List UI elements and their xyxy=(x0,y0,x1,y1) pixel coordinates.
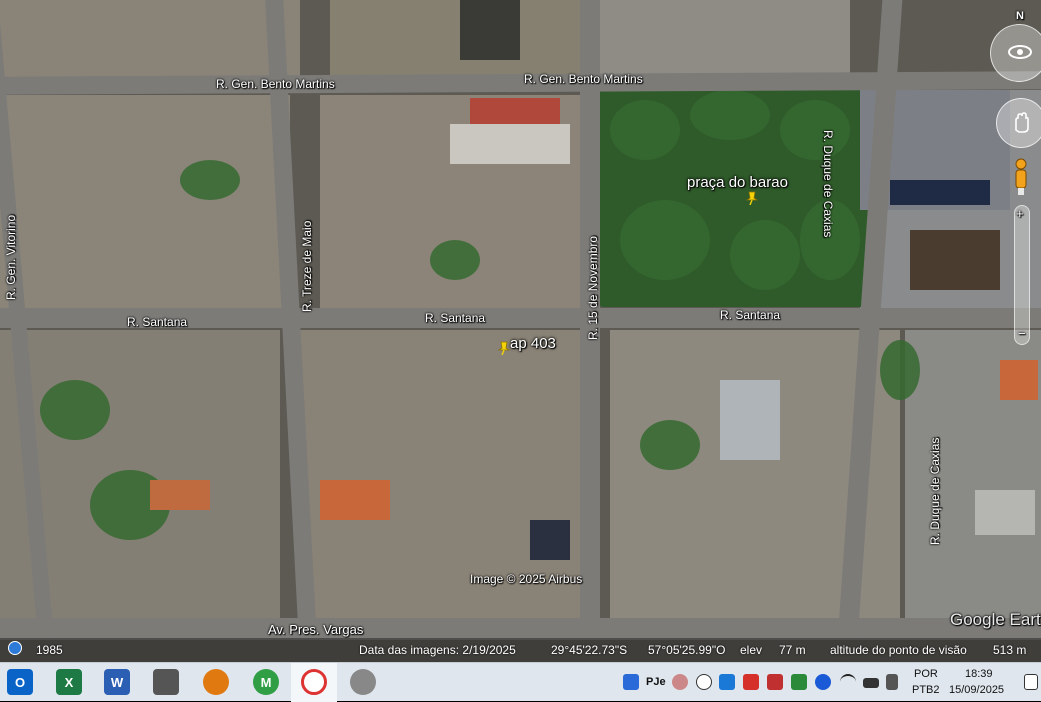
language-indicator[interactable]: POR xyxy=(914,668,938,680)
google-earth-icon[interactable] xyxy=(301,669,327,695)
teamviewer-icon[interactable] xyxy=(719,674,735,690)
roof xyxy=(975,490,1035,535)
tree xyxy=(880,340,920,400)
roof xyxy=(470,98,560,124)
street-label: Av. Pres. Vargas xyxy=(268,622,364,637)
eye-altitude-value: 513 m xyxy=(993,643,1027,657)
city-block xyxy=(0,95,290,310)
roof xyxy=(910,230,1000,290)
tree xyxy=(640,420,700,470)
compass-north-label: N xyxy=(1016,10,1024,22)
clock-time[interactable]: 18:39 xyxy=(965,668,993,680)
street-label: R. Treze de Maio xyxy=(300,220,314,312)
longitude: 57°05'25.99"O xyxy=(648,643,726,657)
latitude: 29°45'22.73"S xyxy=(551,643,628,657)
hand-icon xyxy=(1015,112,1029,133)
tree xyxy=(180,160,240,200)
historical-imagery-year[interactable]: 1985 xyxy=(36,643,63,657)
gear-app-icon[interactable] xyxy=(203,669,229,695)
google-earth-logo: Google Earth xyxy=(950,610,1041,629)
street-view-pegman-icon[interactable] xyxy=(1012,158,1030,196)
volume-icon[interactable] xyxy=(886,674,898,690)
tree xyxy=(610,100,680,160)
anydesk-icon[interactable] xyxy=(743,674,759,690)
pje-icon[interactable]: PJe xyxy=(646,676,666,688)
app-tray-icon[interactable] xyxy=(767,674,783,690)
tree xyxy=(620,200,710,280)
imagery-date: Data das imagens: 2/19/2025 xyxy=(359,643,516,657)
roof xyxy=(530,520,570,560)
windows-taskbar: O X W M PJe POR PTB2 18:39 15/09/2025 xyxy=(0,662,1041,702)
elevation-label: elev xyxy=(740,643,763,657)
shield-icon[interactable] xyxy=(623,674,639,690)
zoom-in-icon[interactable]: + xyxy=(1016,206,1024,221)
scanner-icon[interactable] xyxy=(153,669,179,695)
elevation-value: 77 m xyxy=(779,643,806,657)
city-block xyxy=(0,0,300,78)
tree xyxy=(690,90,770,140)
pushpin-icon[interactable] xyxy=(745,191,759,205)
pushpin-icon[interactable] xyxy=(497,341,511,355)
chrome-icon[interactable]: M xyxy=(253,669,279,695)
pro-app-icon[interactable] xyxy=(350,669,376,695)
status-bar: 1985 Data das imagens: 2/19/2025 29°45'2… xyxy=(0,638,1041,662)
street-label: R. Santana xyxy=(720,308,781,322)
street-label: R. Gen. Vitorino xyxy=(4,214,18,300)
road xyxy=(0,618,1041,640)
placemark-label[interactable]: ap 403 xyxy=(510,335,556,352)
street-label: R. Duque de Caxias xyxy=(928,437,942,545)
city-block xyxy=(600,0,850,78)
imagery-copyright: Image © 2025 Airbus xyxy=(470,572,583,586)
eye-icon xyxy=(1008,45,1032,59)
wifi-icon[interactable] xyxy=(840,674,856,690)
street-label: R. Gen. Bento Martins xyxy=(524,72,643,86)
tree xyxy=(730,220,800,290)
eye-altitude-label: altitude do ponto de visão xyxy=(830,643,967,657)
clock-date[interactable]: 15/09/2025 xyxy=(949,684,1004,696)
history-globe-icon[interactable] xyxy=(8,641,22,655)
zoom-slider[interactable] xyxy=(1014,205,1030,345)
security-tray-icon[interactable] xyxy=(791,674,807,690)
keyboard-layout[interactable]: PTB2 xyxy=(912,684,940,696)
battery-icon[interactable] xyxy=(863,678,879,688)
tree xyxy=(430,240,480,280)
street-label: R. 15 de Novembro xyxy=(586,235,600,340)
roof xyxy=(450,124,570,164)
cloud-icon[interactable] xyxy=(696,674,712,690)
city-block xyxy=(330,0,580,78)
roof xyxy=(720,380,780,460)
street-label: R. Gen. Bento Martins xyxy=(216,77,335,91)
placemark-label[interactable]: praça do barao xyxy=(687,174,788,191)
zoom-out-icon[interactable]: − xyxy=(1018,326,1026,341)
tree xyxy=(40,380,110,440)
certificate-icon[interactable] xyxy=(672,674,688,690)
roof xyxy=(1000,360,1038,400)
street-label: R. Santana xyxy=(127,315,188,329)
satellite-map[interactable]: R. Gen. Bento Martins R. Gen. Bento Mart… xyxy=(0,0,1041,662)
word-icon[interactable]: W xyxy=(104,669,130,695)
street-label: R. Duque de Caxias xyxy=(821,130,835,238)
tree xyxy=(780,100,850,160)
roof xyxy=(150,480,210,510)
street-label: R. Santana xyxy=(425,311,486,325)
solar-panels xyxy=(890,180,990,205)
roof xyxy=(320,480,390,520)
excel-icon[interactable]: X xyxy=(56,669,82,695)
notification-icon[interactable] xyxy=(1024,674,1038,690)
bluetooth-icon[interactable] xyxy=(815,674,831,690)
roof xyxy=(460,0,520,60)
outlook-icon[interactable]: O xyxy=(7,669,33,695)
